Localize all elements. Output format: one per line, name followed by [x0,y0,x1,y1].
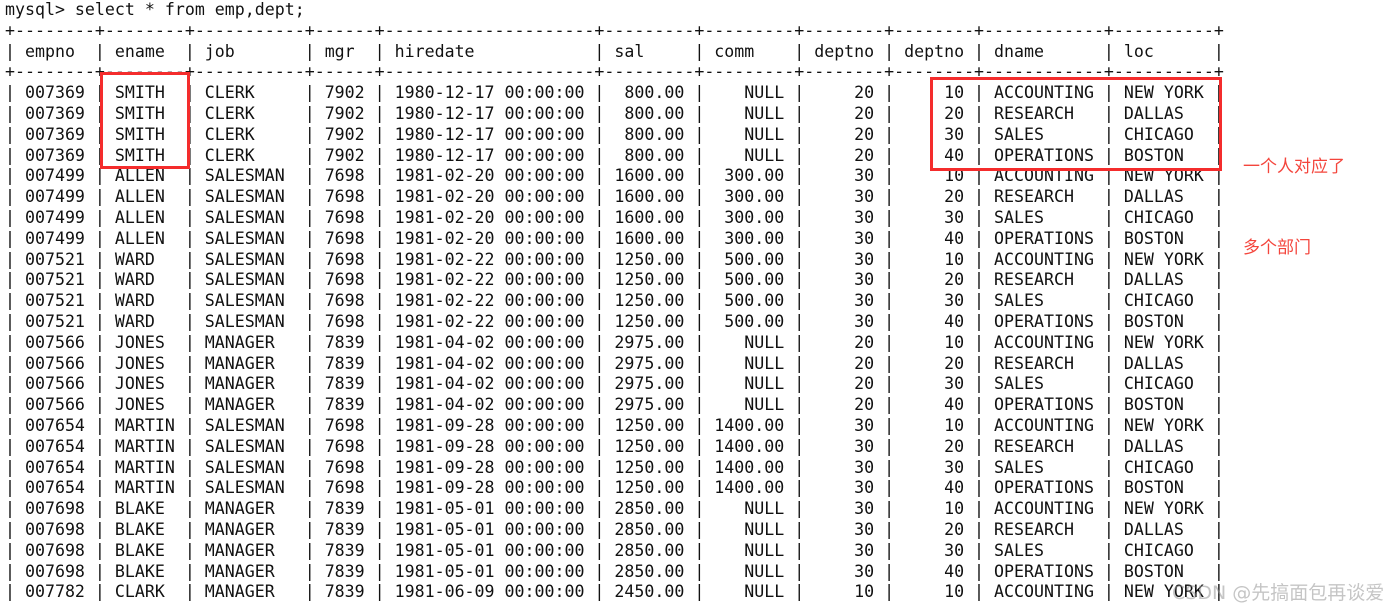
table-header-row: | empno | ename | job | mgr | hiredate |… [5,41,1224,61]
table-row: | 007566 | JONES | MANAGER | 7839 | 1981… [5,395,1224,415]
annotation-note-line1: 一个人对应了 [1243,157,1345,177]
table-row: | 007521 | WARD | SALESMAN | 7698 | 1981… [5,291,1224,311]
table-row: | 007698 | BLAKE | MANAGER | 7839 | 1981… [5,499,1224,519]
table-row: | 007698 | BLAKE | MANAGER | 7839 | 1981… [5,540,1224,560]
table-row: | 007566 | JONES | MANAGER | 7839 | 1981… [5,332,1224,352]
mysql-prompt-line: mysql> select * from emp,dept; [5,0,305,19]
table-row: | 007499 | ALLEN | SALESMAN | 7698 | 198… [5,207,1224,227]
table-row: | 007654 | MARTIN | SALESMAN | 7698 | 19… [5,436,1224,456]
annotation-note: 一个人对应了 多个部门 [1243,100,1345,289]
table-row: | 007499 | ALLEN | SALESMAN | 7698 | 198… [5,166,1224,186]
table-header-border: +--------+--------+-----------+------+--… [5,62,1224,82]
table-row: | 007566 | JONES | MANAGER | 7839 | 1981… [5,353,1224,373]
table-row: | 007369 | SMITH | CLERK | 7902 | 1980-1… [5,124,1224,144]
table-body: | 007369 | SMITH | CLERK | 7902 | 1980-1… [0,83,1389,603]
table-row: | 007369 | SMITH | CLERK | 7902 | 1980-1… [5,83,1224,103]
table-row: | 007521 | WARD | SALESMAN | 7698 | 1981… [5,311,1224,331]
table-row: | 007566 | JONES | MANAGER | 7839 | 1981… [5,374,1224,394]
annotation-note-line2: 多个部门 [1243,238,1311,258]
table-row: | 007698 | BLAKE | MANAGER | 7839 | 1981… [5,519,1224,539]
table-top-border: +--------+--------+-----------+------+--… [5,20,1224,40]
table-row: | 007521 | WARD | SALESMAN | 7698 | 1981… [5,270,1224,290]
table-row: | 007698 | BLAKE | MANAGER | 7839 | 1981… [5,561,1224,581]
table-row: | 007369 | SMITH | CLERK | 7902 | 1980-1… [5,145,1224,165]
table-row: | 007499 | ALLEN | SALESMAN | 7698 | 198… [5,228,1224,248]
table-row: | 007499 | ALLEN | SALESMAN | 7698 | 198… [5,187,1224,207]
table-row: | 007782 | CLARK | MANAGER | 7839 | 1981… [5,582,1224,602]
table-row: | 007521 | WARD | SALESMAN | 7698 | 1981… [5,249,1224,269]
terminal-output: mysql> select * from emp,dept; +--------… [0,0,1389,608]
table-row: | 007654 | MARTIN | SALESMAN | 7698 | 19… [5,457,1224,477]
table-row: | 007654 | MARTIN | SALESMAN | 7698 | 19… [5,415,1224,435]
table-row: | 007369 | SMITH | CLERK | 7902 | 1980-1… [5,103,1224,123]
table-row: | 007654 | MARTIN | SALESMAN | 7698 | 19… [5,478,1224,498]
